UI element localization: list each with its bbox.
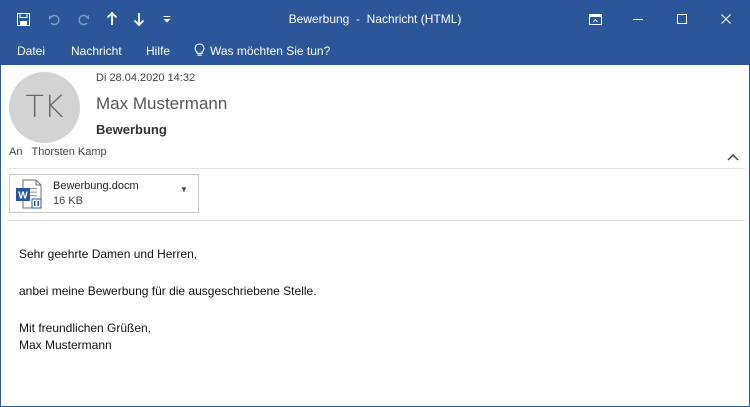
lightbulb-icon [194, 42, 205, 60]
next-item-icon[interactable] [128, 1, 150, 37]
body-line: anbei meine Bewerbung für die ausgeschri… [19, 284, 317, 298]
svg-text:W: W [18, 191, 28, 202]
avatar: TK [9, 72, 80, 143]
sender-name[interactable]: Max Mustermann [96, 94, 227, 114]
undo-icon[interactable] [43, 1, 65, 37]
maximize-icon[interactable] [659, 1, 705, 37]
recipient-name[interactable]: Thorsten Kamp [31, 146, 106, 158]
message-window: Bewerbung - Nachricht (HTML) Datei Nachr… [0, 0, 750, 407]
body-closing: Mit freundlichen Grüßen, [19, 321, 152, 335]
tell-me-label: Was möchten Sie tun? [210, 44, 331, 58]
body-greeting: Sehr geehrte Damen und Herren, [19, 247, 198, 261]
collapse-header-button[interactable] [723, 147, 743, 167]
window-title-text: Bewerbung - Nachricht (HTML) [288, 12, 462, 26]
close-icon[interactable] [703, 1, 749, 37]
customize-toolbar-icon[interactable] [156, 1, 178, 37]
attachment-card[interactable]: W Bewerbung.docm 16 KB ▼ [9, 174, 199, 213]
redo-icon[interactable] [72, 1, 94, 37]
attachment-dropdown-icon[interactable]: ▼ [180, 185, 188, 194]
menu-help[interactable]: Hilfe [146, 37, 170, 65]
chevron-up-icon [727, 148, 739, 166]
menu-file[interactable]: Datei [17, 37, 45, 65]
avatar-initials: TK [25, 90, 64, 125]
attachment-size: 16 KB [53, 195, 83, 207]
word-macro-document-icon: W [15, 179, 43, 209]
tell-me-box[interactable]: Was möchten Sie tun? [194, 37, 330, 65]
attachment-divider [7, 220, 745, 221]
menu-bar: Datei Nachricht Hilfe Was möchten Sie tu… [1, 37, 749, 65]
title-bar: Bewerbung - Nachricht (HTML) [1, 1, 749, 37]
save-icon[interactable] [12, 1, 34, 37]
recipients-row: An Thorsten Kamp [9, 146, 107, 158]
ribbon-display-options-icon[interactable] [572, 1, 618, 37]
to-label: An [9, 146, 23, 158]
body-signature: Max Mustermann [19, 338, 112, 352]
menu-message[interactable]: Nachricht [71, 37, 122, 65]
minimize-icon[interactable] [615, 1, 661, 37]
message-subject: Bewerbung [96, 122, 167, 137]
attachment-name: Bewerbung.docm [53, 180, 139, 192]
message-body: Sehr geehrte Damen und Herren, anbei mei… [19, 246, 317, 354]
header-divider [7, 168, 745, 169]
message-date: Di 28.04.2020 14:32 [96, 72, 196, 84]
previous-item-icon[interactable] [101, 1, 123, 37]
